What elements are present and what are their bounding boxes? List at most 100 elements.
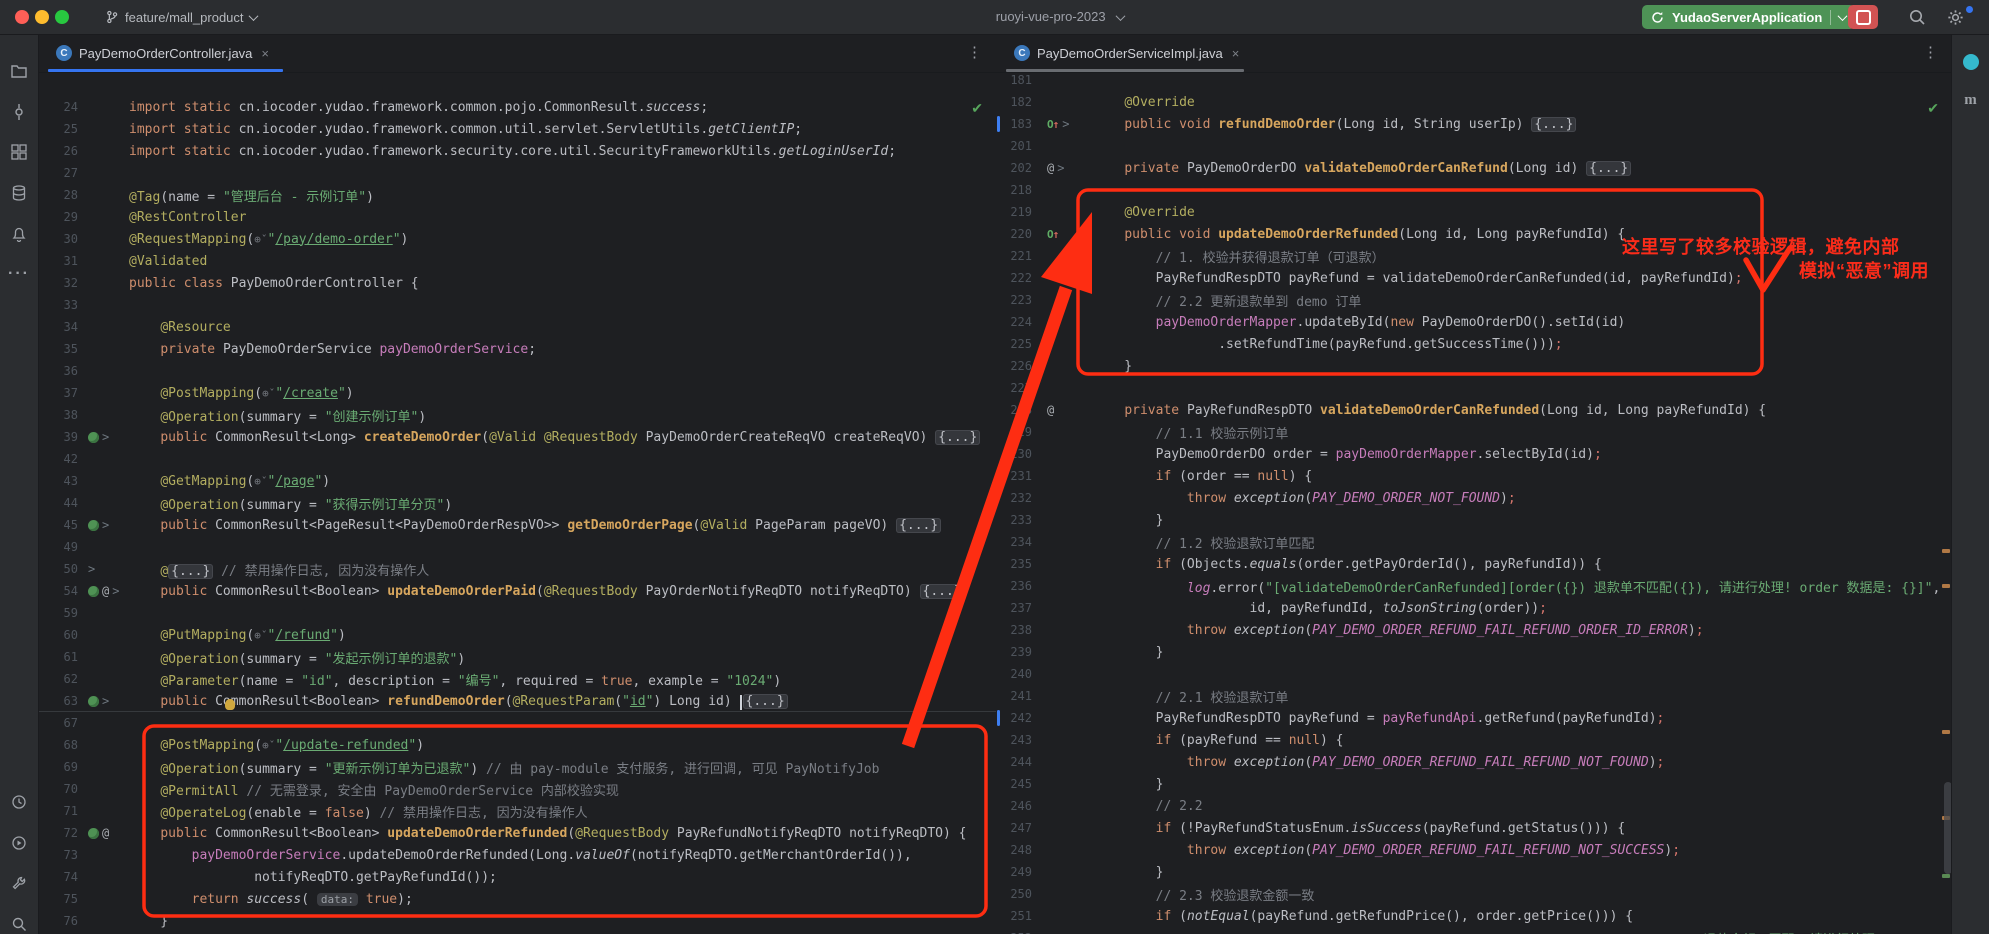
code-line[interactable]: 245 }: [996, 773, 1952, 795]
tab-options-kebab-icon[interactable]: ⋮: [967, 43, 982, 61]
code-line[interactable]: 38 @Operation(summary = "创建示例订单"): [38, 404, 996, 426]
code-line[interactable]: 251 if (notEqual(payRefund.getRefundPric…: [996, 905, 1952, 927]
endpoint-bean-icon[interactable]: [88, 520, 99, 531]
annotated-marker-icon[interactable]: @: [1047, 403, 1054, 417]
overrides-method-icon[interactable]: O↑: [1047, 118, 1059, 131]
code-line[interactable]: 50> @{...} // 禁用操作日志, 因为没有操作人: [38, 558, 996, 580]
find-magnifier-icon[interactable]: [0, 910, 38, 934]
code-line[interactable]: 26import static cn.iocoder.yudao.framewo…: [38, 140, 996, 162]
endpoint-bean-icon[interactable]: [88, 432, 99, 443]
code-line[interactable]: 240: [996, 663, 1952, 685]
code-line[interactable]: 231 if (order == null) {: [996, 465, 1952, 487]
code-line[interactable]: 60 @PutMapping(⊕ˇ"/refund"): [38, 624, 996, 646]
code-line[interactable]: 223 // 2.2 更新退款单到 demo 订单: [996, 289, 1952, 311]
macos-minimize-button[interactable]: [35, 10, 49, 24]
code-line[interactable]: 237 id, payRefundId, toJsonString(order)…: [996, 597, 1952, 619]
code-line[interactable]: 202@> private PayDemoOrderDO validateDem…: [996, 157, 1952, 179]
endpoint-bean-icon[interactable]: [88, 586, 99, 597]
inspections-ok-check-icon[interactable]: ✔: [1927, 100, 1939, 117]
notifications-bell-icon[interactable]: [0, 220, 38, 248]
run-configuration-button[interactable]: YudaoServerApplication: [1642, 5, 1855, 29]
code-line[interactable]: 70 @PermitAll // 无需登录, 安全由 PayDemoOrderS…: [38, 778, 996, 800]
search-icon[interactable]: [1908, 8, 1926, 26]
code-line[interactable]: 49: [38, 536, 996, 558]
code-line[interactable]: 36: [38, 360, 996, 382]
project-title-widget[interactable]: ruoyi-vue-pro-2023: [940, 9, 1180, 24]
code-line[interactable]: 34 @Resource: [38, 316, 996, 338]
code-line[interactable]: 243 if (payRefund == null) {: [996, 729, 1952, 751]
code-line[interactable]: 74 notifyReqDTO.getPayRefundId());: [38, 866, 996, 888]
code-line[interactable]: 241 // 2.1 校验退款订单: [996, 685, 1952, 707]
annotated-marker-icon[interactable]: @: [102, 826, 109, 840]
code-line[interactable]: 69 @Operation(summary = "更新示例订单为已退款") //…: [38, 756, 996, 778]
code-line[interactable]: 30@RequestMapping(⊕ˇ"/pay/demo-order"): [38, 228, 996, 250]
code-line[interactable]: 37 @PostMapping(⊕ˇ"/create"): [38, 382, 996, 404]
settings-gear-icon[interactable]: [1946, 8, 1965, 27]
close-icon[interactable]: ×: [1232, 46, 1240, 61]
code-line[interactable]: 232 throw exception(PAY_DEMO_ORDER_NOT_F…: [996, 487, 1952, 509]
code-line[interactable]: 249 }: [996, 861, 1952, 883]
assistant-teal-circle-icon[interactable]: [1952, 48, 1989, 76]
code-line[interactable]: 238 throw exception(PAY_DEMO_ORDER_REFUN…: [996, 619, 1952, 641]
code-line[interactable]: 44 @Operation(summary = "获得示例订单分页"): [38, 492, 996, 514]
database-icon[interactable]: [0, 179, 38, 207]
code-line[interactable]: 39> public CommonResult<Long> createDemo…: [38, 426, 996, 448]
intention-bulb-icon[interactable]: [225, 699, 235, 710]
stop-button[interactable]: [1848, 5, 1878, 29]
code-line[interactable]: 229 // 1.1 校验示例订单: [996, 421, 1952, 443]
editor-right[interactable]: 181182 @Override183O↑> public void refun…: [996, 34, 1952, 934]
code-line[interactable]: 244 throw exception(PAY_DEMO_ORDER_REFUN…: [996, 751, 1952, 773]
annotated-marker-icon[interactable]: @: [1047, 161, 1054, 175]
editor-left[interactable]: 24import static cn.iocoder.yudao.framewo…: [38, 34, 997, 934]
code-line[interactable]: 24import static cn.iocoder.yudao.framewo…: [38, 96, 996, 118]
code-line[interactable]: 62 @Parameter(name = "id", description =…: [38, 668, 996, 690]
code-line[interactable]: 228@ private PayRefundRespDTO validateDe…: [996, 399, 1952, 421]
services-play-icon[interactable]: [0, 829, 38, 857]
overrides-method-icon[interactable]: O↑: [1047, 228, 1059, 241]
code-line[interactable]: 42: [38, 448, 996, 470]
fold-arrow-icon[interactable]: >: [112, 584, 119, 598]
code-line[interactable]: 33: [38, 294, 996, 316]
code-line[interactable]: 182 @Override: [996, 91, 1952, 113]
fold-arrow-icon[interactable]: >: [88, 562, 95, 576]
endpoint-bean-icon[interactable]: [88, 828, 99, 839]
tab-paydemoorderserviceimpl[interactable]: C PayDemoOrderServiceImpl.java ×: [1004, 34, 1249, 72]
modules-icon[interactable]: [0, 138, 38, 166]
folder-project-icon[interactable]: [0, 57, 38, 85]
code-line[interactable]: 227: [996, 377, 1952, 399]
code-line[interactable]: 35 private PayDemoOrderService payDemoOr…: [38, 338, 996, 360]
commit-icon[interactable]: [0, 98, 38, 126]
code-line[interactable]: 73 payDemoOrderService.updateDemoOrderRe…: [38, 844, 996, 866]
code-line[interactable]: 59: [38, 602, 996, 624]
fold-arrow-icon[interactable]: >: [102, 430, 109, 444]
code-line[interactable]: 71 @OperateLog(enable = false) // 禁用操作日志…: [38, 800, 996, 822]
macos-close-button[interactable]: [15, 10, 29, 24]
fold-arrow-icon[interactable]: >: [1057, 161, 1064, 175]
code-line[interactable]: 224 payDemoOrderMapper.updateById(new Pa…: [996, 311, 1952, 333]
code-line[interactable]: 68 @PostMapping(⊕ˇ"/update-refunded"): [38, 734, 996, 756]
code-line[interactable]: 218: [996, 179, 1952, 201]
code-line[interactable]: 67: [38, 712, 996, 734]
code-line[interactable]: 72@ public CommonResult<Boolean> updateD…: [38, 822, 996, 844]
git-branch-widget[interactable]: feature/mall_product: [105, 7, 257, 27]
code-line[interactable]: 219 @Override: [996, 201, 1952, 223]
code-line[interactable]: 63> public CommonResult<Boolean> refundD…: [38, 690, 996, 712]
code-line[interactable]: 246 // 2.2: [996, 795, 1952, 817]
code-line[interactable]: 235 if (Objects.equals(order.getPayOrder…: [996, 553, 1952, 575]
code-line[interactable]: 76 }: [38, 910, 996, 932]
annotated-marker-icon[interactable]: @: [102, 584, 109, 598]
maven-m-icon[interactable]: m: [1952, 86, 1989, 114]
recent-clock-icon[interactable]: [0, 788, 38, 816]
code-line[interactable]: 234 // 1.2 校验退款订单匹配: [996, 531, 1952, 553]
build-wrench-icon[interactable]: [0, 869, 38, 897]
code-line[interactable]: 31@Validated: [38, 250, 996, 272]
macos-zoom-button[interactable]: [55, 10, 69, 24]
code-line[interactable]: 236 log.error("[validateDemoOrderCanRefu…: [996, 575, 1952, 597]
code-line[interactable]: 239 }: [996, 641, 1952, 663]
code-line[interactable]: 45> public CommonResult<PageResult<PayDe…: [38, 514, 996, 536]
code-line[interactable]: 233 }: [996, 509, 1952, 531]
code-line[interactable]: 54@> public CommonResult<Boolean> update…: [38, 580, 996, 602]
code-line[interactable]: 29@RestController: [38, 206, 996, 228]
code-line[interactable]: 225 .setRefundTime(payRefund.getSuccessT…: [996, 333, 1952, 355]
endpoint-bean-icon[interactable]: [88, 696, 99, 707]
